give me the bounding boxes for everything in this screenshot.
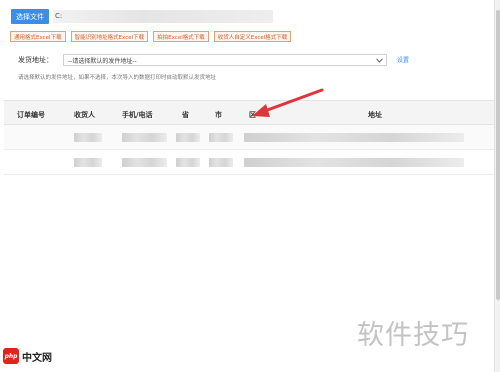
blurred-cell [74, 158, 102, 167]
blurred-cell [244, 158, 464, 167]
column-header-province: 省 [182, 111, 189, 119]
sender-address-label: 发货地址： [18, 56, 53, 64]
blurred-cell [122, 133, 167, 142]
download-custom-excel-button[interactable]: 收货人自定义Excel格式下载 [213, 31, 292, 42]
column-header-address: 地址 [368, 111, 382, 119]
sender-address-select[interactable]: --请选择默认的发件地址-- [63, 54, 387, 66]
scrollbar-thumb[interactable] [496, 10, 500, 300]
column-header-order-no: 订单编号 [17, 111, 45, 119]
column-header-phone: 手机/电话 [122, 111, 153, 119]
table-row[interactable] [4, 125, 494, 150]
column-header-district: 区 [249, 111, 256, 119]
vertical-scrollbar[interactable] [494, 0, 500, 372]
column-header-city: 市 [215, 111, 222, 119]
download-paipai-excel-button[interactable]: 拍拍Excel格式下载 [153, 31, 209, 42]
sender-address-selected: --请选择默认的发件地址-- [68, 57, 137, 65]
blurred-cell [122, 158, 167, 167]
php-logo-icon: php [3, 348, 19, 364]
brand-watermark: 软件技巧 [357, 320, 469, 351]
column-header-recipient: 收货人 [74, 111, 95, 119]
file-row: 选择文件 C: [11, 9, 273, 24]
file-path-field[interactable]: C: [53, 10, 273, 23]
download-buttons: 通用格式Excel下载 智能识别地址格式Excel下载 拍拍Excel格式下载 … [10, 31, 292, 42]
blurred-cell [244, 133, 464, 142]
select-file-button[interactable]: 选择文件 [11, 9, 49, 24]
table-row[interactable] [4, 150, 494, 175]
orders-table: 订单编号 收货人 手机/电话 省 市 区 地址 [4, 100, 494, 175]
download-smart-address-excel-button[interactable]: 智能识别地址格式Excel下载 [70, 31, 149, 42]
blurred-cell [209, 133, 233, 142]
blurred-cell [209, 158, 233, 167]
table-header: 订单编号 收货人 手机/电话 省 市 区 地址 [4, 100, 494, 125]
blurred-cell [176, 133, 200, 142]
address-hint: 请选择默认的发件地址，如果不选择，本次导入的数据打印时自动取默认发货地址 [18, 75, 217, 81]
sender-address-row: 发货地址： --请选择默认的发件地址-- [18, 54, 406, 66]
blurred-cell [176, 158, 200, 167]
chevron-down-icon [375, 57, 383, 63]
settings-link[interactable]: 设置 [397, 55, 409, 64]
download-generic-excel-button[interactable]: 通用格式Excel下载 [10, 31, 66, 42]
site-watermark: php 中文网 [3, 348, 52, 364]
site-watermark-text: 中文网 [22, 352, 52, 364]
blurred-cell [74, 133, 102, 142]
